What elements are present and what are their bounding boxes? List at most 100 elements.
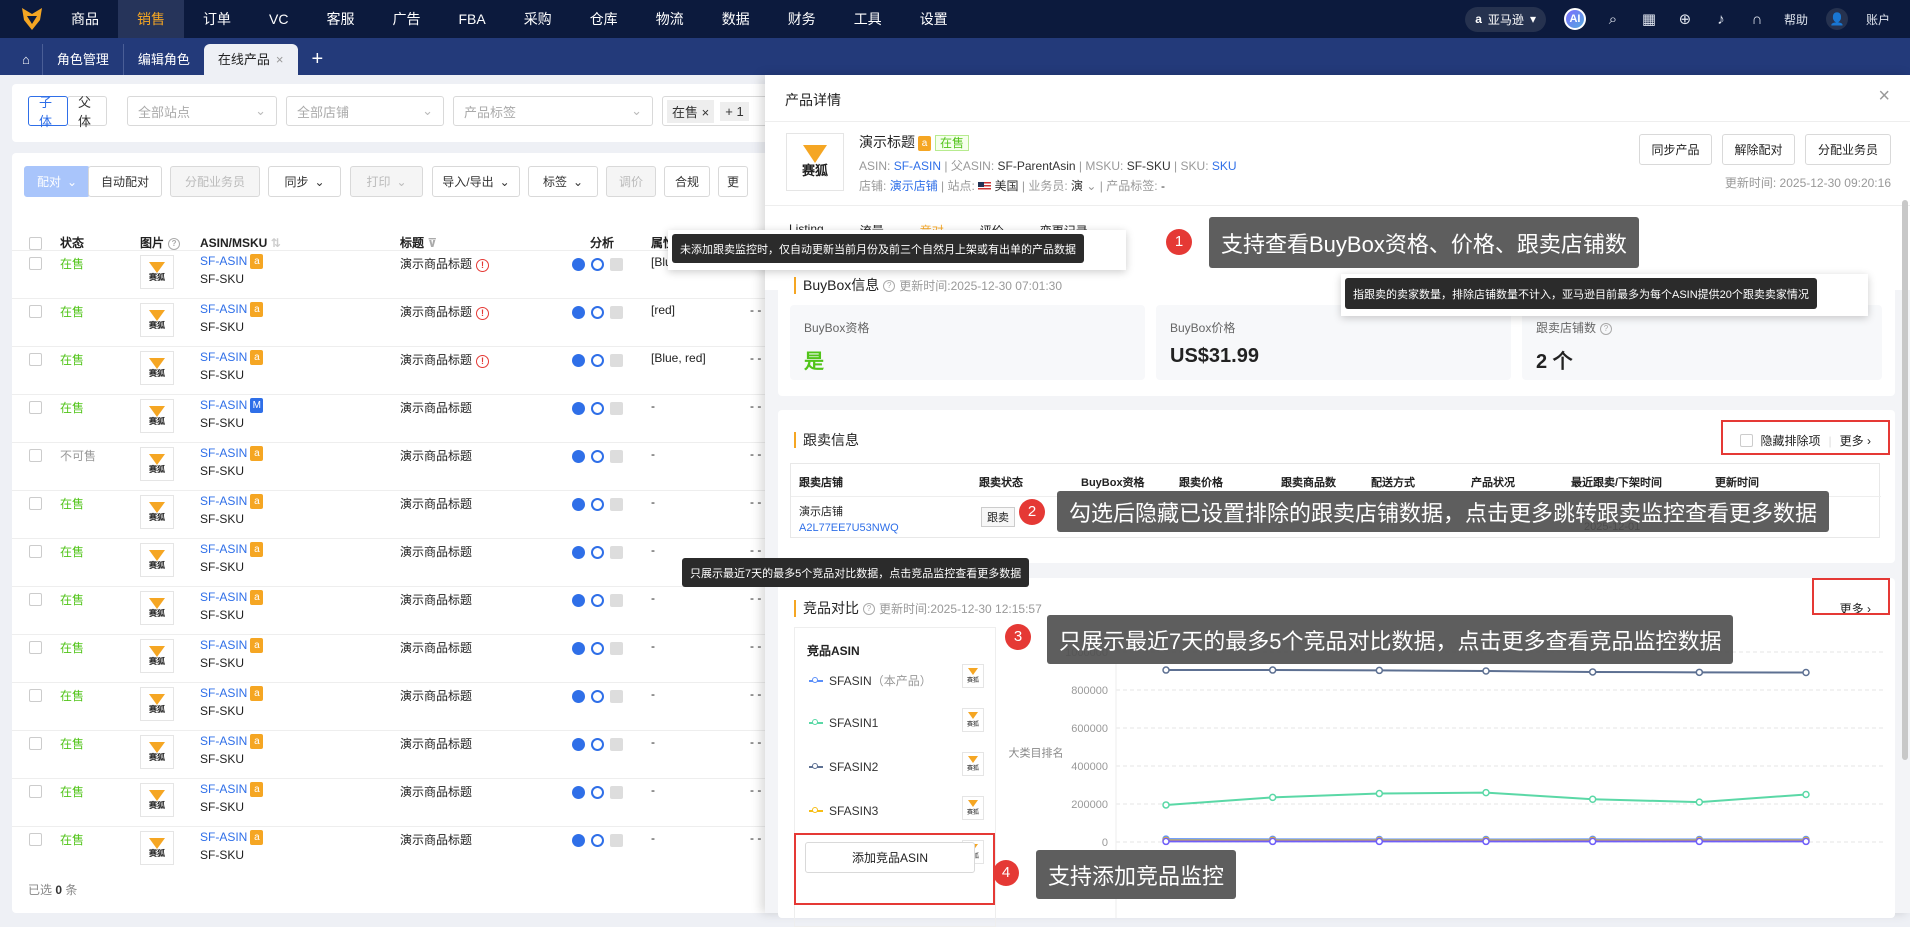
pie-chart-icon[interactable] [572,642,585,655]
data-point[interactable] [1163,838,1169,844]
sku-link[interactable]: SKU [1212,159,1237,173]
row-checkbox[interactable] [29,257,42,270]
row-checkbox[interactable] [29,497,42,510]
competitor-thumbnail[interactable]: 赛狐 [962,752,984,776]
data-point[interactable] [1696,838,1702,844]
sort-icon[interactable]: ⇅ [271,236,281,250]
data-point[interactable] [1590,796,1596,802]
tab-online-products[interactable]: 在线产品× [204,44,298,75]
pie-chart-icon[interactable] [572,546,585,559]
trend-icon[interactable] [610,786,623,799]
trend-icon[interactable] [610,834,623,847]
product-thumbnail[interactable]: 赛狐 [140,687,174,721]
ai-button[interactable]: AI [1564,8,1586,30]
radar-icon[interactable] [591,306,604,319]
nav-item[interactable]: 采购 [505,0,571,38]
trend-icon[interactable] [610,594,623,607]
sync-product-button[interactable]: 同步产品 [1639,134,1712,165]
legend-item[interactable]: SFASIN1 [809,716,878,730]
asin-link[interactable]: SF-ASIN [200,590,247,604]
download-icon[interactable]: ⊕ [1676,10,1694,28]
product-thumbnail[interactable]: 赛狐 [140,351,174,385]
nav-item[interactable]: FBA [439,0,504,38]
nav-item[interactable]: 工具 [835,0,901,38]
shop-link[interactable]: 演示店铺 [890,179,938,193]
nav-item[interactable]: 订单 [184,0,250,38]
remove-chip-icon[interactable]: × [702,105,710,120]
product-thumbnail[interactable]: 赛狐 [140,255,174,289]
radar-icon[interactable] [591,690,604,703]
seller-id-link[interactable]: A2L77EE7U53NWQ [799,520,899,536]
pie-chart-icon[interactable] [572,450,585,463]
asin-link[interactable]: SF-ASIN [200,494,247,508]
close-tab-icon[interactable]: × [276,52,284,67]
pie-chart-icon[interactable] [572,786,585,799]
pie-chart-icon[interactable] [572,738,585,751]
trend-icon[interactable] [610,354,623,367]
competitor-thumbnail[interactable]: 赛狐 [962,664,984,688]
competitor-thumbnail[interactable]: 赛狐 [962,796,984,820]
trend-icon[interactable] [610,258,623,271]
row-checkbox[interactable] [29,593,42,606]
help-icon[interactable]: ? [883,280,895,292]
competitor-thumbnail[interactable]: 赛狐 [962,708,984,732]
pie-chart-icon[interactable] [572,258,585,271]
tab-role-management[interactable]: 角色管理 [42,44,123,75]
asin-link[interactable]: SF-ASIN [200,254,247,268]
toolbar-button[interactable]: 自动配对 [88,166,162,197]
site-select[interactable]: 全部站点⌄ [127,96,277,126]
row-checkbox[interactable] [29,737,42,750]
toolbar-button[interactable]: 调价 [606,166,656,197]
trend-icon[interactable] [610,402,623,415]
data-point[interactable] [1803,670,1809,676]
nav-item[interactable]: 商品 [52,0,118,38]
tab-edit-role[interactable]: 编辑角色 [123,44,204,75]
asin-link[interactable]: SF-ASIN [200,446,247,460]
row-checkbox[interactable] [29,401,42,414]
asin-link[interactable]: SF-ASIN [200,782,247,796]
asin-link[interactable]: SF-ASIN [200,830,247,844]
salesperson-select[interactable]: 演 [1071,179,1083,193]
product-thumbnail[interactable]: 赛狐 [140,303,174,337]
pie-chart-icon[interactable] [572,402,585,415]
data-point[interactable] [1590,838,1596,844]
toolbar-button[interactable]: 同步⌄ [268,166,341,197]
asin-link[interactable]: SF-ASIN [200,734,247,748]
row-checkbox[interactable] [29,689,42,702]
nav-item[interactable]: 数据 [703,0,769,38]
help-link[interactable]: 帮助 [1784,11,1808,28]
nav-item[interactable]: VC [250,0,307,38]
marketplace-select[interactable]: a亚马逊▾ [1465,7,1546,32]
data-point[interactable] [1483,790,1489,796]
product-thumbnail[interactable]: 赛狐 [140,495,174,529]
close-drawer-button[interactable]: × [1878,85,1890,108]
nav-item[interactable]: 仓库 [571,0,637,38]
row-checkbox[interactable] [29,641,42,654]
asin-link[interactable]: SF-ASIN [200,398,247,412]
radar-icon[interactable] [591,450,604,463]
row-checkbox[interactable] [29,545,42,558]
product-thumbnail[interactable]: 赛狐 [140,543,174,577]
product-thumbnail[interactable]: 赛狐 [140,399,174,433]
pie-chart-icon[interactable] [572,354,585,367]
data-point[interactable] [1483,838,1489,844]
unpair-button[interactable]: 解除配对 [1722,134,1795,165]
data-point[interactable] [1163,667,1169,673]
radar-icon[interactable] [591,786,604,799]
radar-icon[interactable] [591,402,604,415]
pie-chart-icon[interactable] [572,498,585,511]
child-toggle[interactable]: 子体 [28,96,68,126]
warning-icon[interactable]: ! [476,307,489,320]
bell-icon[interactable]: ♪ [1712,10,1730,28]
product-thumbnail[interactable]: 赛狐 [140,639,174,673]
trend-icon[interactable] [610,306,623,319]
add-tab-button[interactable]: + [298,44,338,75]
pie-chart-icon[interactable] [572,306,585,319]
asin-link[interactable]: SF-ASIN [200,542,247,556]
select-all-checkbox[interactable] [29,237,42,250]
help-icon[interactable]: ? [863,603,875,615]
headset-icon[interactable]: ∩ [1748,10,1766,28]
legend-item[interactable]: SFASIN3 [809,804,878,818]
data-point[interactable] [1163,802,1169,808]
nav-item[interactable]: 广告 [373,0,439,38]
